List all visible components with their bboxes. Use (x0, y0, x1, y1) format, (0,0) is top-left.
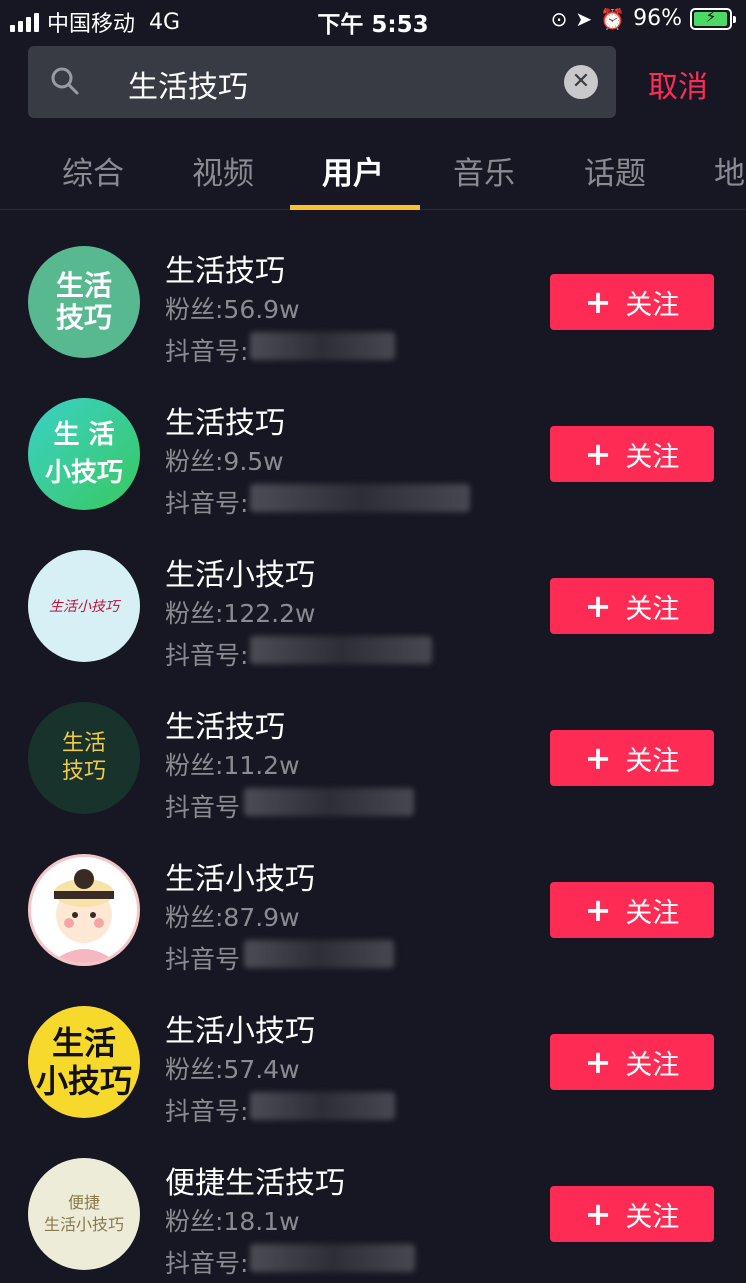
douyin-id: 抖音号 (165, 793, 241, 822)
tab-general[interactable]: 综合 (62, 148, 124, 193)
douyin-id: 抖音号: (165, 1249, 249, 1278)
redacted-id (250, 636, 432, 664)
fans-count: 粉丝:56.9w (165, 295, 300, 324)
plus-icon: + (584, 1195, 612, 1233)
avatar-text: 生活小技巧 (49, 599, 119, 615)
fans-count: 粉丝:11.2w (165, 751, 300, 780)
list-item[interactable]: 生活小技巧 粉丝:87.9w 抖音号 + 关注 (0, 854, 746, 1006)
follow-button[interactable]: + 关注 (550, 1034, 714, 1090)
avatar-text: 生活 小技巧 (35, 1024, 132, 1100)
follow-label: 关注 (625, 289, 680, 321)
redacted-id (250, 1244, 415, 1272)
avatar-text: 生 活 小技巧 (44, 420, 123, 488)
list-item[interactable]: 生 活 小技巧 生活技巧 粉丝:9.5w 抖音号: + 关注 (0, 398, 746, 550)
user-name[interactable]: 生活小技巧 (165, 1006, 315, 1050)
avatar-text: 便捷 生活小技巧 (43, 1193, 124, 1234)
douyin-id: 抖音号 (165, 945, 241, 974)
search-input[interactable]: 生活技巧 (128, 62, 248, 106)
plus-icon: + (584, 1043, 612, 1081)
battery-percent: 96% (633, 6, 682, 31)
follow-button[interactable]: + 关注 (550, 882, 714, 938)
tab-videos[interactable]: 视频 (192, 148, 254, 193)
cancel-button[interactable]: 取消 (648, 62, 708, 106)
fans-count: 粉丝:18.1w (165, 1207, 300, 1236)
search-icon (51, 67, 79, 95)
avatar[interactable]: 生 活 小技巧 (28, 398, 140, 510)
plus-icon: + (584, 435, 612, 473)
list-item[interactable]: 生活 技巧 生活技巧 粉丝:56.9w 抖音号: + 关注 (0, 246, 746, 398)
avatar[interactable]: 生活 技巧 (28, 246, 140, 358)
follow-button[interactable]: + 关注 (550, 426, 714, 482)
battery-icon: ⚡ (690, 6, 736, 30)
plus-icon: + (584, 739, 612, 777)
redacted-id (250, 484, 470, 512)
avatar[interactable]: 生活 小技巧 (28, 1006, 140, 1118)
active-tab-indicator (290, 205, 420, 210)
user-name[interactable]: 生活技巧 (165, 398, 285, 442)
douyin-id: 抖音号: (165, 489, 249, 518)
follow-label: 关注 (625, 593, 680, 625)
charging-icon: ⚡ (705, 6, 717, 26)
follow-label: 关注 (625, 897, 680, 929)
fans-count: 粉丝:57.4w (165, 1055, 300, 1084)
redacted-id (250, 1092, 395, 1120)
list-item[interactable]: 生活小技巧 生活小技巧 粉丝:122.2w 抖音号: + 关注 (0, 550, 746, 702)
follow-label: 关注 (625, 1201, 680, 1233)
status-right: ⊙ ➤ ⏰ 96% ⚡ (550, 6, 736, 31)
follow-button[interactable]: + 关注 (550, 1186, 714, 1242)
avatar-text: 生活 技巧 (55, 269, 112, 334)
redacted-id (244, 940, 394, 968)
follow-label: 关注 (625, 745, 680, 777)
avatar[interactable]: 生活 技巧 (28, 702, 140, 814)
follow-label: 关注 (625, 441, 680, 473)
plus-icon: + (584, 587, 612, 625)
fans-count: 粉丝:87.9w (165, 903, 300, 932)
follow-label: 关注 (625, 1049, 680, 1081)
fans-count: 粉丝:122.2w (165, 599, 316, 628)
douyin-id: 抖音号: (165, 1097, 249, 1126)
fans-count: 粉丝:9.5w (165, 447, 284, 476)
orientation-lock-icon: ⊙ (550, 6, 568, 31)
avatar[interactable]: 便捷 生活小技巧 (28, 1158, 140, 1270)
search-tabs: 综合 视频 用户 音乐 话题 地 (0, 130, 746, 210)
location-icon: ➤ (575, 6, 593, 31)
redacted-id (250, 332, 395, 360)
list-item[interactable]: 生活 技巧 生活技巧 粉丝:11.2w 抖音号 + 关注 (0, 702, 746, 854)
avatar-text: 生活 技巧 (61, 731, 106, 784)
tab-places[interactable]: 地 (714, 148, 745, 193)
avatar[interactable]: 生活小技巧 (28, 550, 140, 662)
redacted-id (244, 788, 414, 816)
list-item[interactable]: 便捷 生活小技巧 便捷生活技巧 粉丝:18.1w 抖音号: + 关注 (0, 1158, 746, 1283)
douyin-id: 抖音号: (165, 641, 249, 670)
tab-topics[interactable]: 话题 (584, 148, 646, 193)
plus-icon: + (584, 891, 612, 929)
tab-music[interactable]: 音乐 (453, 148, 515, 193)
plus-icon: + (584, 283, 612, 321)
follow-button[interactable]: + 关注 (550, 274, 714, 330)
douyin-id: 抖音号: (165, 337, 249, 366)
user-name[interactable]: 便捷生活技巧 (165, 1158, 345, 1202)
girl-illustration-icon (51, 869, 117, 963)
user-name[interactable]: 生活技巧 (165, 702, 285, 746)
search-box[interactable]: 生活技巧 ✕ (28, 46, 616, 118)
status-bar: 中国移动 4G 下午 5:53 ⊙ ➤ ⏰ 96% ⚡ (0, 0, 746, 38)
alarm-icon: ⏰ (600, 6, 626, 31)
follow-button[interactable]: + 关注 (550, 730, 714, 786)
follow-button[interactable]: + 关注 (550, 578, 714, 634)
avatar[interactable] (28, 854, 140, 966)
user-name[interactable]: 生活小技巧 (165, 854, 315, 898)
clear-search-icon[interactable]: ✕ (564, 65, 598, 99)
user-name[interactable]: 生活小技巧 (165, 550, 315, 594)
user-name[interactable]: 生活技巧 (165, 246, 285, 290)
tab-users[interactable]: 用户 (322, 148, 384, 193)
list-item[interactable]: 生活 小技巧 生活小技巧 粉丝:57.4w 抖音号: + 关注 (0, 1006, 746, 1158)
